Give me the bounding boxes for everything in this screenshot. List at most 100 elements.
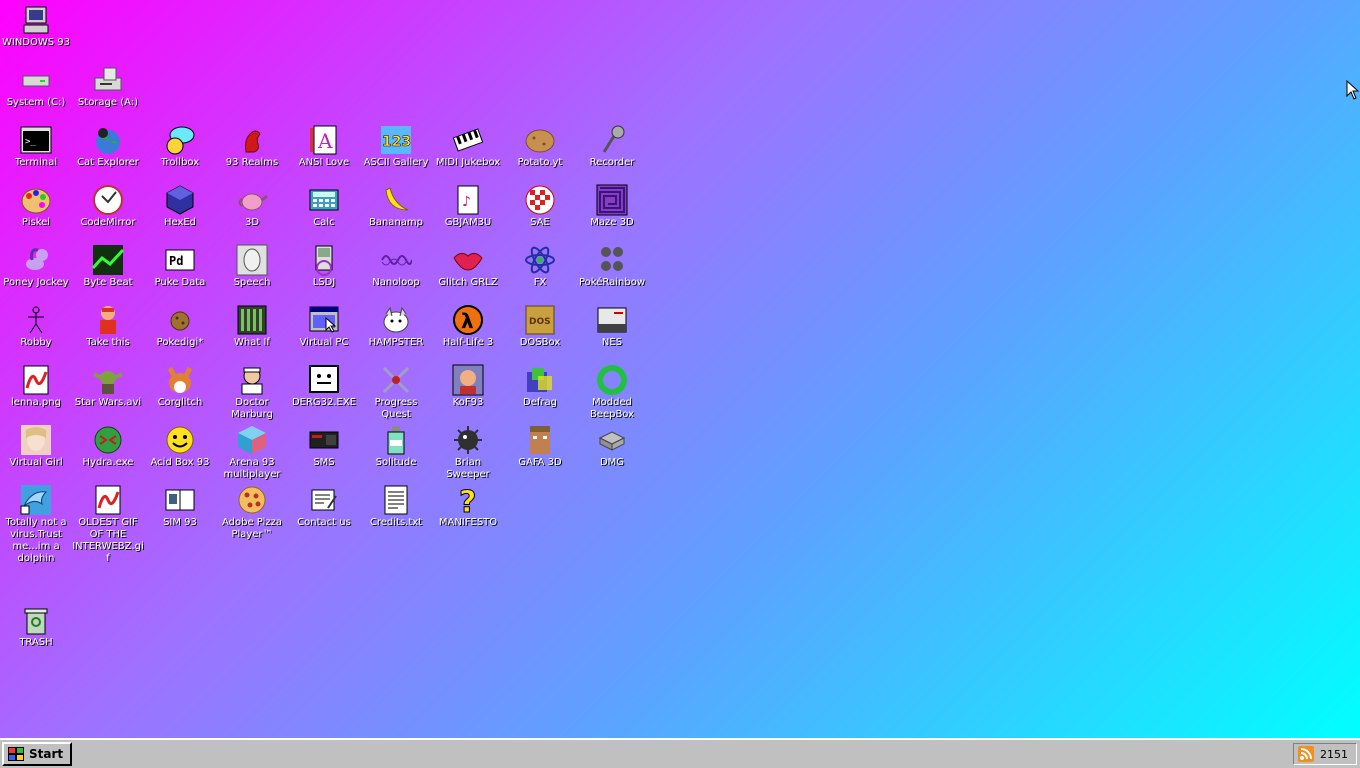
desktop-icon-fx[interactable]: FX (504, 242, 576, 289)
desktop-icon-robby[interactable]: Robby (0, 302, 72, 349)
trash-icon (20, 604, 52, 636)
desktop-icon-acid-box-93[interactable]: Acid Box 93 (144, 422, 216, 469)
desktop-icon-sae[interactable]: SAE (504, 182, 576, 229)
desktop-icon-oldest-gif-of-the-interwebz-gif[interactable]: OLDEST GIF OF THE INTERWEBZ.gif (72, 482, 144, 565)
desktop-icon-gbjam3u[interactable]: ♪ GBJAM3U (432, 182, 504, 229)
desktop-icon-midi-jukebox[interactable]: MIDI Jukebox (432, 122, 504, 169)
desktop-icon-storage-a[interactable]: Storage (A:) (72, 62, 144, 109)
desktop-icon-label: MANIFESTO (438, 517, 498, 528)
desktop-icon-calc[interactable]: Calc (288, 182, 360, 229)
desktop-icon-hydra-exe[interactable]: Hydra.exe (72, 422, 144, 469)
number-blocks-icon: 123 (380, 124, 412, 156)
desktop-icon-pokedigi[interactable]: Pokedigi* (144, 302, 216, 349)
desktop-icon-label: GAFA 3D (518, 457, 562, 468)
desktop-icon-cat-explorer[interactable]: Cat Explorer (72, 122, 144, 169)
cube-icon (236, 424, 268, 456)
desktop-icon-trollbox[interactable]: Trollbox (144, 122, 216, 169)
desktop-icon-byte-beat[interactable]: Byte Beat (72, 242, 144, 289)
desktop-icon-label: SAE (530, 217, 550, 228)
desktop-icon-codemirror[interactable]: CodeMirror (72, 182, 144, 229)
desktop-icon-progress-quest[interactable]: Progress Quest (360, 362, 432, 421)
desktop-icon-label: System (C:) (6, 97, 66, 108)
desktop-icon-piskel[interactable]: Piskel (0, 182, 72, 229)
desktop-icon-windows-93[interactable]: WINDOWS 93 (0, 2, 72, 49)
ansi-letter-icon: A (308, 124, 340, 156)
desktop-icon-label: Modded BeepBox (589, 397, 635, 420)
desktop-icon-nanoloop[interactable]: Nanoloop (360, 242, 432, 289)
desktop-icon-label: Doctor Marburg (231, 397, 273, 420)
desktop-icon-potato-yt[interactable]: Potato.yt (504, 122, 576, 169)
desktop-icon-ascii-gallery[interactable]: 123 ASCII Gallery (360, 122, 432, 169)
desktop-icon-brian-sweeper[interactable]: Brian Sweeper (432, 422, 504, 481)
desktop-icon-bananamp[interactable]: Bananamp (360, 182, 432, 229)
dosbox-icon: DOS (524, 304, 556, 336)
potato-icon (524, 124, 556, 156)
desktop-icon-lsdj[interactable]: LSDJ (288, 242, 360, 289)
desktop-icon-system-c[interactable]: System (C:) (0, 62, 72, 109)
desktop-icon-gafa-3d[interactable]: GAFA 3D (504, 422, 576, 469)
maze-icon (596, 184, 628, 216)
desktop-icon-what-if[interactable]: What If (216, 302, 288, 349)
desktop-icon-kof93[interactable]: KoF93 (432, 362, 504, 409)
desktop-icon-dmg[interactable]: DMG (576, 422, 648, 469)
character-icon (92, 304, 124, 336)
desktop-icon-modded-beepbox[interactable]: Modded BeepBox (576, 362, 648, 421)
taskbar: Start 2151 (0, 738, 1360, 768)
desktop-icon-speech[interactable]: Speech (216, 242, 288, 289)
desktop-icon-label: Contact us (297, 517, 351, 528)
desktop-icon-star-wars-avi[interactable]: Star Wars.avi (72, 362, 144, 409)
desktop-icon-glitch-grlz[interactable]: Glitch GRLZ (432, 242, 504, 289)
desktop-icon-nes[interactable]: NES (576, 302, 648, 349)
desktop-icon-sim-93[interactable]: SIM 93 (144, 482, 216, 529)
desktop-icon-hexed[interactable]: HexEd (144, 182, 216, 229)
hex-cube-icon (164, 184, 196, 216)
stick-figure-icon (20, 304, 52, 336)
desktop: WINDOWS 93 System (C:) Storage (A:) >_ Termi… (0, 0, 1360, 738)
desktop-icon-poney-jockey[interactable]: Poney Jockey (0, 242, 72, 289)
desktop-icon-defrag[interactable]: Defrag (504, 362, 576, 409)
desktop-icon-label: 93 Realms (225, 157, 279, 168)
desktop-icon-terminal[interactable]: >_ Terminal (0, 122, 72, 169)
desktop-icon-hampster[interactable]: HAMPSTER (360, 302, 432, 349)
desktop-icon-solitude[interactable]: Solitude (360, 422, 432, 469)
desktop-icon-contact-us[interactable]: Contact us (288, 482, 360, 529)
image-file-icon (20, 364, 52, 396)
desktop-icon-adobe-pizza-player[interactable]: Adobe Pizza Player™ (216, 482, 288, 541)
desktop-icon-recorder[interactable]: Recorder (576, 122, 648, 169)
desktop-icon-maze-3d[interactable]: Maze 3D (576, 182, 648, 229)
desktop-icon-label: Credits.txt (369, 517, 423, 528)
desktop-icon-arena-93-multiplayer[interactable]: Arena 93 multiplayer (216, 422, 288, 481)
desktop-icon-lenna-png[interactable]: lenna.png (0, 362, 72, 409)
desktop-icon-label: What If (234, 337, 270, 348)
calculator-icon (308, 184, 340, 216)
text-file-icon (380, 484, 412, 516)
computer-icon (20, 4, 52, 36)
yoda-icon (92, 364, 124, 396)
desktop-icon-totally-not-a-virus-trust-me-im-a-dolphin[interactable]: Totally not a virus.Trust me...im a dolp… (0, 482, 72, 565)
desktop-icon-puke-data[interactable]: Pd Puke Data (144, 242, 216, 289)
desktop-icon-ansi-love[interactable]: A ANSI Love (288, 122, 360, 169)
feed-icon[interactable] (1298, 746, 1314, 762)
desktop-icon-sms[interactable]: SMS (288, 422, 360, 469)
desktop-icon-half-life-3[interactable]: λ Half-Life 3 (432, 302, 504, 349)
desktop-icon-pok-rainbow[interactable]: PokéRainbow (576, 242, 648, 289)
start-button[interactable]: Start (2, 742, 72, 766)
desktop-icon-93-realms[interactable]: 93 Realms (216, 122, 288, 169)
desktop-icon-take-this[interactable]: Take this (72, 302, 144, 349)
svg-text:♪: ♪ (462, 194, 471, 210)
contact-note-icon (308, 484, 340, 516)
desktop-icon-label: Poney Jockey (3, 277, 69, 288)
desktop-icon-derg32-exe[interactable]: DERG32.EXE (288, 362, 360, 409)
desktop-icon-3d[interactable]: 3D (216, 182, 288, 229)
pokemon-trainers-icon (596, 244, 628, 276)
desktop-icon-manifesto[interactable]: ? MANIFESTO (432, 482, 504, 529)
desktop-icon-virtual-girl[interactable]: Virtual Girl (0, 422, 72, 469)
desktop-icon-trash[interactable]: TRASH (0, 602, 72, 649)
desktop-icon-virtual-pc[interactable]: Virtual PC (288, 302, 360, 349)
desktop-icon-label: NES (601, 337, 623, 348)
desktop-icon-dosbox[interactable]: DOS DOSBox (504, 302, 576, 349)
desktop-icon-corglitch[interactable]: Corglitch (144, 362, 216, 409)
svg-text:>_: >_ (25, 137, 36, 147)
desktop-icon-credits-txt[interactable]: Credits.txt (360, 482, 432, 529)
desktop-icon-doctor-marburg[interactable]: Doctor Marburg (216, 362, 288, 421)
